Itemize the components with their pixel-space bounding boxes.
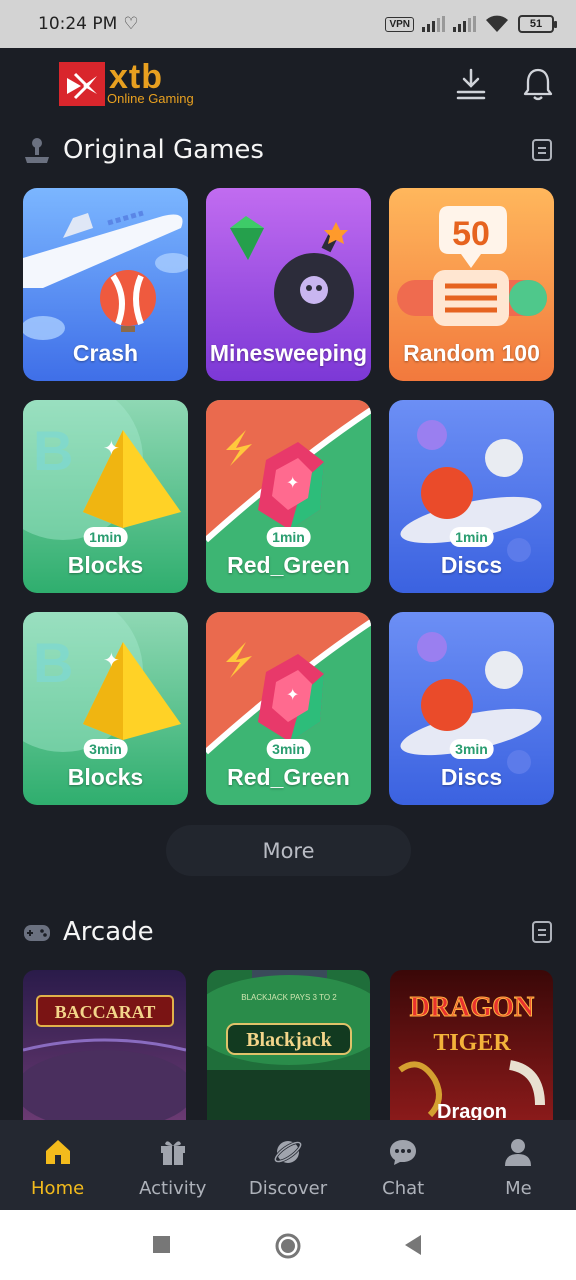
game-label: Crash <box>72 340 139 366</box>
duration-badge: 3min <box>266 739 311 759</box>
game-label: Random 100 <box>403 340 540 366</box>
list-icon[interactable] <box>530 920 554 944</box>
logo[interactable]: xtb Online Gaming <box>59 58 194 106</box>
arcade-label-3: Dragon <box>437 1101 507 1120</box>
wifi-icon <box>486 15 508 32</box>
nav-me[interactable]: Me <box>461 1120 576 1210</box>
duration-badge: 3min <box>83 739 128 759</box>
nav-chat[interactable]: Chat <box>346 1120 461 1210</box>
joystick-icon <box>25 138 49 163</box>
game-card-random100[interactable]: 50 Random 100 <box>389 188 554 381</box>
arcade-label: BACCARAT <box>55 1002 156 1022</box>
svg-text:✦: ✦ <box>103 650 120 672</box>
logo-brand: xtb <box>109 58 163 96</box>
notification-icon: ♡ <box>123 14 139 33</box>
section-title-arcade: Arcade <box>63 917 154 947</box>
game-card-blocks-3min[interactable]: B ✦ 3min Blocks <box>23 612 188 805</box>
back-icon[interactable] <box>402 1232 424 1258</box>
game-card-blocks-1min[interactable]: B ✦ 1min Blocks <box>23 400 188 593</box>
nav-home[interactable]: Home <box>0 1120 115 1210</box>
duration-badge: 1min <box>83 527 128 547</box>
home-icon <box>45 1140 70 1164</box>
nav-label: Me <box>505 1178 532 1199</box>
svg-text:B: B <box>33 419 73 482</box>
status-bar: 10:24 PM ♡ VPN 51 <box>0 0 576 48</box>
planet-icon <box>273 1140 303 1164</box>
status-indicators: VPN 51 <box>385 14 557 34</box>
duration-badge: 1min <box>449 527 494 547</box>
arcade-label: Blackjack <box>246 1029 332 1051</box>
game-label: Blocks <box>67 552 144 578</box>
battery-level: 51 <box>529 18 543 30</box>
arcade-card-blackjack[interactable]: BLACKJACK PAYS 3 TO 2 Blackjack <box>207 970 370 1120</box>
vpn-badge: VPN <box>385 16 414 32</box>
game-card-redgreen-1min[interactable]: ✦ 1min Red_Green <box>206 400 371 593</box>
svg-text:✦: ✦ <box>103 438 120 460</box>
game-card-discs-3min[interactable]: 3min Discs <box>389 612 554 805</box>
list-icon[interactable] <box>530 138 554 162</box>
game-label: Minesweeping <box>209 340 368 366</box>
arcade-header: Arcade <box>0 910 576 954</box>
svg-text:✦: ✦ <box>286 687 299 704</box>
original-games-header: Original Games <box>0 128 576 172</box>
nav-label: Home <box>31 1178 85 1199</box>
battery-icon: 51 <box>518 15 557 33</box>
home-button-icon[interactable] <box>274 1232 302 1260</box>
random-number: 50 <box>452 215 490 253</box>
gamepad-icon <box>24 925 50 941</box>
arcade-label-2: TIGER <box>433 1030 511 1056</box>
app-header: xtb Online Gaming <box>0 48 576 122</box>
nav-label: Activity <box>139 1178 207 1199</box>
game-card-crash[interactable]: Crash <box>23 188 188 381</box>
svg-text:✦: ✦ <box>286 475 299 492</box>
game-card-redgreen-3min[interactable]: ✦ 3min Red_Green <box>206 612 371 805</box>
more-button[interactable]: More <box>166 825 411 876</box>
section-title-original: Original Games <box>63 135 264 165</box>
game-label: Red_Green <box>227 552 350 578</box>
signal-icon-2 <box>453 16 476 32</box>
download-icon[interactable] <box>454 66 488 102</box>
duration-badge: 1min <box>266 527 311 547</box>
duration-badge: 3min <box>449 739 494 759</box>
status-time: 10:24 PM <box>38 14 118 34</box>
baccarat-art: BACCARAT <box>23 970 186 1120</box>
gift-icon <box>160 1141 185 1165</box>
user-icon <box>505 1139 532 1166</box>
arcade-label: DRAGON <box>410 992 534 1023</box>
game-label: Red_Green <box>227 764 350 790</box>
logo-subtitle: Online Gaming <box>107 91 194 106</box>
game-card-discs-1min[interactable]: 1min Discs <box>389 400 554 593</box>
bell-icon[interactable] <box>521 66 555 102</box>
arcade-card-dragon-tiger[interactable]: DRAGON TIGER Dragon <box>390 970 553 1120</box>
game-label: Discs <box>440 552 503 578</box>
arcade-sublabel: BLACKJACK PAYS 3 TO 2 <box>241 993 337 1002</box>
game-label: Discs <box>440 764 503 790</box>
bottom-nav: Home Activity Discover Chat Me <box>0 1120 576 1210</box>
signal-icon <box>422 16 445 32</box>
dragon-tiger-art: DRAGON TIGER Dragon <box>390 970 553 1120</box>
nav-label: Discover <box>248 1178 328 1199</box>
game-label: Blocks <box>67 764 144 790</box>
chat-icon <box>390 1140 417 1165</box>
system-nav-bar <box>0 1210 576 1280</box>
svg-text:B: B <box>33 631 73 694</box>
game-card-minesweeping[interactable]: Minesweeping <box>206 188 371 381</box>
nav-label: Chat <box>382 1178 425 1199</box>
nav-activity[interactable]: Activity <box>115 1120 230 1210</box>
blackjack-art: BLACKJACK PAYS 3 TO 2 Blackjack <box>207 970 370 1120</box>
recents-icon[interactable] <box>152 1232 172 1258</box>
arcade-card-baccarat[interactable]: BACCARAT <box>23 970 186 1120</box>
logo-mark <box>59 62 105 106</box>
nav-discover[interactable]: Discover <box>230 1120 345 1210</box>
